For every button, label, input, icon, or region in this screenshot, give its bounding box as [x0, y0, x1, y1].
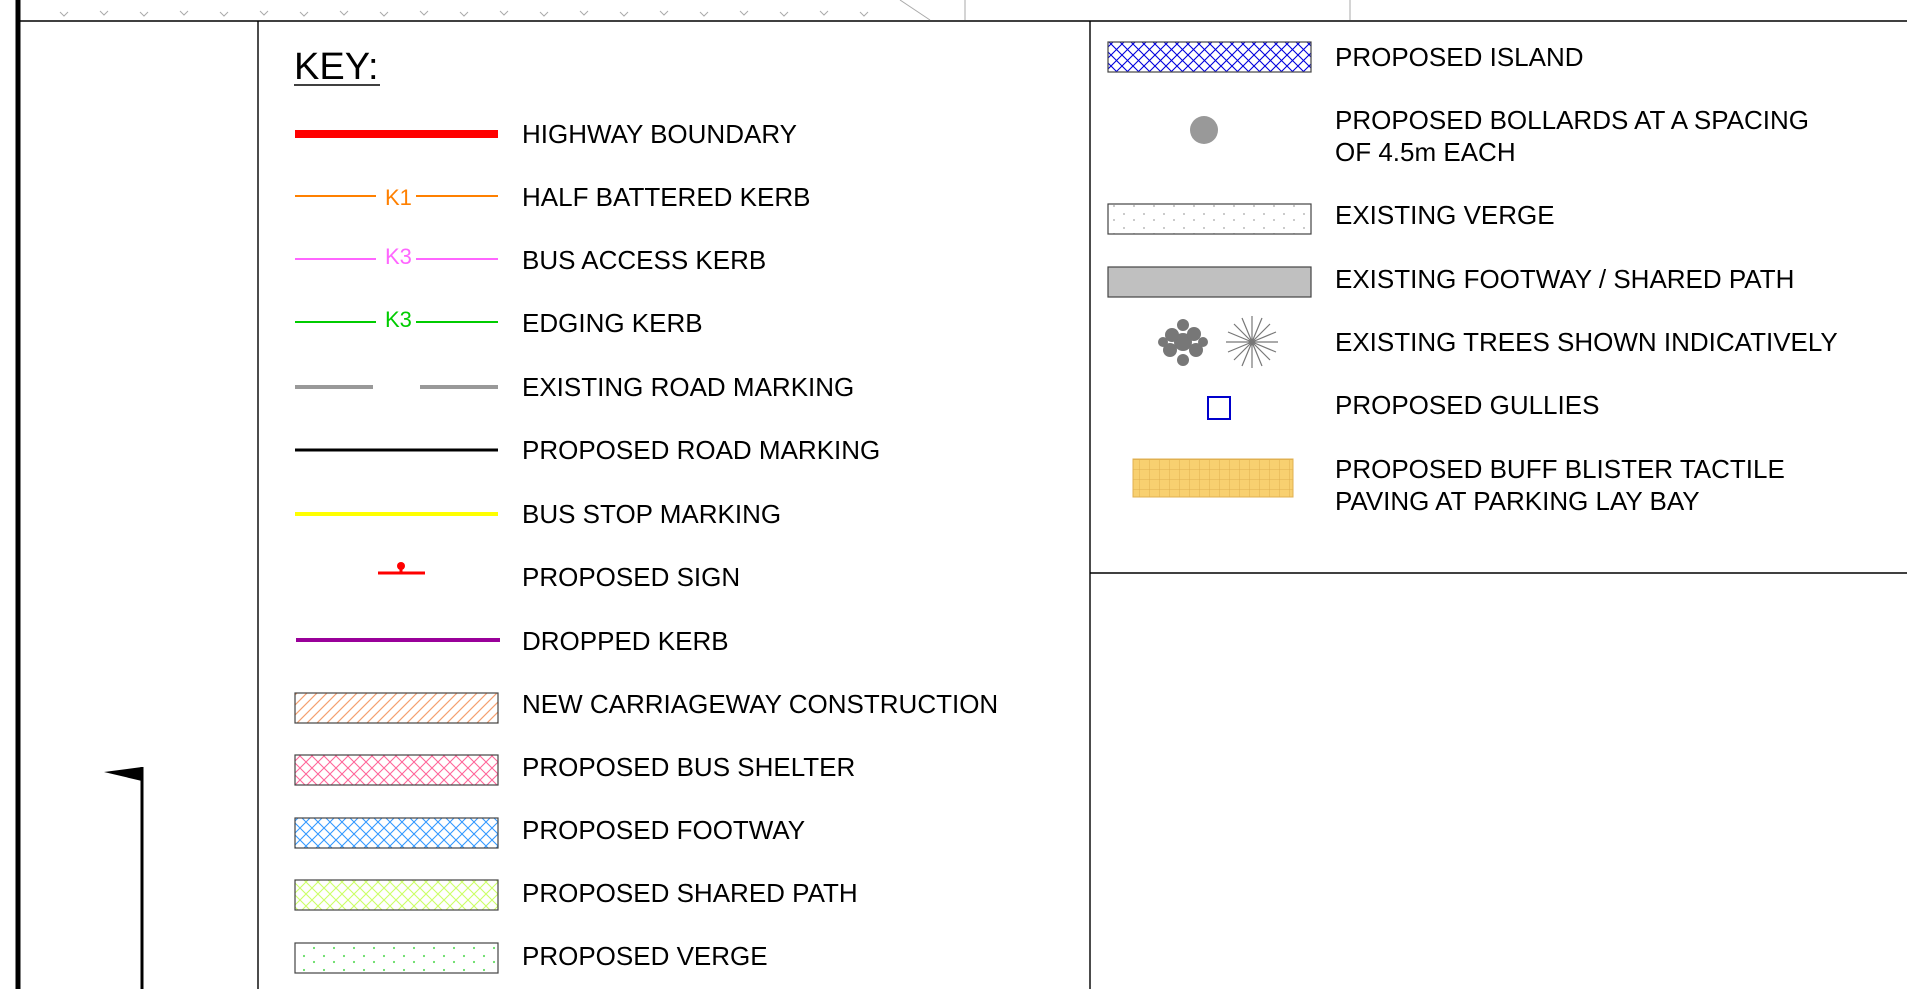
legend-label-line-2: OF 4.5m EACH: [1335, 137, 1516, 167]
legend-item-proposed-bollards: PROPOSED BOLLARDS AT A SPACING OF 4.5m E…: [1190, 105, 1809, 167]
legend-label: BUS STOP MARKING: [522, 499, 781, 529]
legend-item-shared-path: PROPOSED SHARED PATH: [294, 878, 858, 911]
legend-item-proposed-verge: PROPOSED VERGE: [294, 941, 768, 974]
bollard-icon: [1190, 116, 1218, 144]
tactile-paving-swatch: [1132, 458, 1294, 498]
legend-item-proposed-island: PROPOSED ISLAND: [1107, 41, 1584, 73]
legend-label: EXISTING VERGE: [1335, 200, 1555, 230]
new-carriageway-swatch: [294, 692, 499, 724]
legend-label: PROPOSED BUS SHELTER: [522, 752, 855, 782]
legend-label: NEW CARRIAGEWAY CONSTRUCTION: [522, 689, 998, 719]
legend-label: DROPPED KERB: [522, 626, 729, 656]
legend-item-proposed-road-marking: PROPOSED ROAD MARKING: [295, 435, 880, 465]
kerb-code-label: K1: [385, 185, 412, 210]
legend-label: EXISTING FOOTWAY / SHARED PATH: [1335, 264, 1794, 294]
legend-label: BUS ACCESS KERB: [522, 245, 766, 275]
legend-item-new-carriageway: NEW CARRIAGEWAY CONSTRUCTION: [294, 689, 998, 724]
kerb-code-label: K3: [385, 307, 412, 332]
existing-verge-swatch: [1107, 203, 1312, 235]
legend-label-line-1: PROPOSED BOLLARDS AT A SPACING: [1335, 105, 1809, 135]
legend-item-footway: PROPOSED FOOTWAY: [294, 815, 805, 849]
footway-swatch: [294, 817, 499, 849]
north-arrow-flag: [104, 767, 142, 781]
legend-item-proposed-sign: PROPOSED SIGN: [378, 562, 740, 592]
legend-sheet: KEY: HIGHWAY BOUNDARY K1 HALF BATTERED K…: [15, 0, 1907, 989]
legend-label: HIGHWAY BOUNDARY: [522, 119, 797, 149]
legend-label: EDGING KERB: [522, 308, 703, 338]
bus-shelter-swatch: [294, 754, 499, 786]
legend-label: EXISTING ROAD MARKING: [522, 372, 854, 402]
existing-footway-swatch: [1107, 266, 1312, 298]
legend-item-bus-shelter: PROPOSED BUS SHELTER: [294, 752, 855, 786]
legend-label: PROPOSED ROAD MARKING: [522, 435, 880, 465]
legend-item-half-battered-kerb: K1 HALF BATTERED KERB: [295, 182, 810, 212]
legend-label: PROPOSED FOOTWAY: [522, 815, 805, 845]
legend-item-highway-boundary: HIGHWAY BOUNDARY: [295, 119, 797, 149]
proposed-island-swatch: [1107, 41, 1312, 73]
legend-item-existing-verge: EXISTING VERGE: [1107, 200, 1555, 235]
legend-right-column: PROPOSED ISLAND PROPOSED BOLLARDS AT A S…: [1107, 41, 1838, 516]
shared-path-swatch: [294, 879, 499, 911]
tree-outline-icon: [1226, 316, 1278, 368]
legend-item-existing-footway: EXISTING FOOTWAY / SHARED PATH: [1107, 264, 1794, 298]
legend-item-proposed-gullies: PROPOSED GULLIES: [1207, 390, 1599, 420]
legend-label: PROPOSED SIGN: [522, 562, 740, 592]
legend-left-column: HIGHWAY BOUNDARY K1 HALF BATTERED KERB K…: [294, 119, 998, 974]
legend-item-tactile-paving: PROPOSED BUFF BLISTER TACTILE PAVING AT …: [1132, 454, 1785, 516]
legend-item-edging-kerb: K3 EDGING KERB: [295, 307, 703, 338]
legend-label: PROPOSED VERGE: [522, 941, 768, 971]
legend-label: HALF BATTERED KERB: [522, 182, 810, 212]
key-title: KEY:: [294, 46, 379, 88]
legend-label-line-1: PROPOSED BUFF BLISTER TACTILE: [1335, 454, 1785, 484]
legend-label: PROPOSED ISLAND: [1335, 42, 1584, 72]
legend-item-bus-stop-marking: BUS STOP MARKING: [295, 499, 781, 529]
top-verge-marks: [59, 0, 1351, 21]
proposed-sign-head: [397, 562, 405, 570]
legend-item-dropped-kerb: DROPPED KERB: [296, 626, 729, 656]
kerb-code-label: K3: [385, 244, 412, 269]
legend-label-line-2: PAVING AT PARKING LAY BAY: [1335, 486, 1700, 516]
legend-label: PROPOSED GULLIES: [1335, 390, 1599, 420]
legend-label: EXISTING TREES SHOWN INDICATIVELY: [1335, 327, 1838, 357]
legend-item-bus-access-kerb: K3 BUS ACCESS KERB: [295, 244, 766, 275]
legend-item-existing-road-marking: EXISTING ROAD MARKING: [295, 372, 854, 402]
proposed-verge-swatch: [294, 942, 499, 974]
legend-item-existing-trees: EXISTING TREES SHOWN INDICATIVELY: [1158, 316, 1838, 368]
tree-dense-icon: [1158, 319, 1208, 366]
gully-icon: [1207, 396, 1231, 420]
legend-label: PROPOSED SHARED PATH: [522, 878, 858, 908]
